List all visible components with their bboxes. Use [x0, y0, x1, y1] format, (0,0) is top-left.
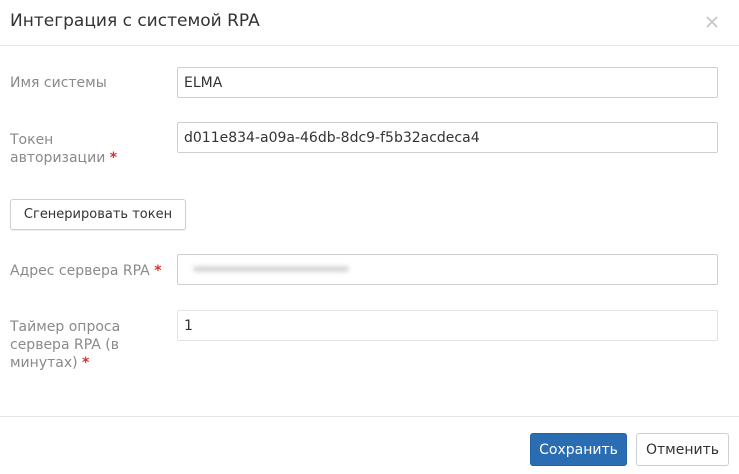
dialog-header: Интеграция с системой RPA — [0, 0, 739, 46]
close-icon[interactable] — [703, 13, 721, 31]
save-button[interactable]: Сохранить — [530, 433, 627, 466]
token-label-line1: Токен — [10, 132, 54, 148]
dialog-title: Интеграция с системой RPA — [10, 11, 260, 31]
poll-timer-label-line1: Таймер опроса — [10, 319, 121, 335]
token-label: Токен авторизации * — [10, 131, 117, 167]
poll-timer-input[interactable] — [177, 310, 718, 341]
system-name-input[interactable] — [177, 67, 718, 98]
token-input[interactable] — [177, 122, 718, 153]
required-marker: * — [82, 355, 90, 371]
dialog-footer — [0, 416, 739, 474]
required-marker: * — [109, 150, 118, 166]
poll-timer-label: Таймер опроса сервера RPA (в минутах) * — [10, 318, 120, 372]
system-name-label: Имя системы — [10, 74, 107, 92]
generate-token-button[interactable]: Сгенерировать токен — [10, 199, 186, 230]
poll-timer-label-line3: минутах) — [10, 355, 78, 371]
server-address-label: Адрес сервера RPA * — [10, 262, 162, 280]
redacted-address — [193, 266, 349, 272]
cancel-button[interactable]: Отменить — [636, 433, 729, 466]
required-marker: * — [154, 263, 162, 279]
poll-timer-label-line2: сервера RPA (в — [10, 337, 119, 353]
token-label-line2: авторизации — [10, 150, 106, 166]
rpa-integration-dialog: Интеграция с системой RPA Имя системы То… — [0, 0, 739, 474]
system-name-label-text: Имя системы — [10, 75, 107, 91]
server-address-label-text: Адрес сервера RPA — [10, 263, 150, 279]
